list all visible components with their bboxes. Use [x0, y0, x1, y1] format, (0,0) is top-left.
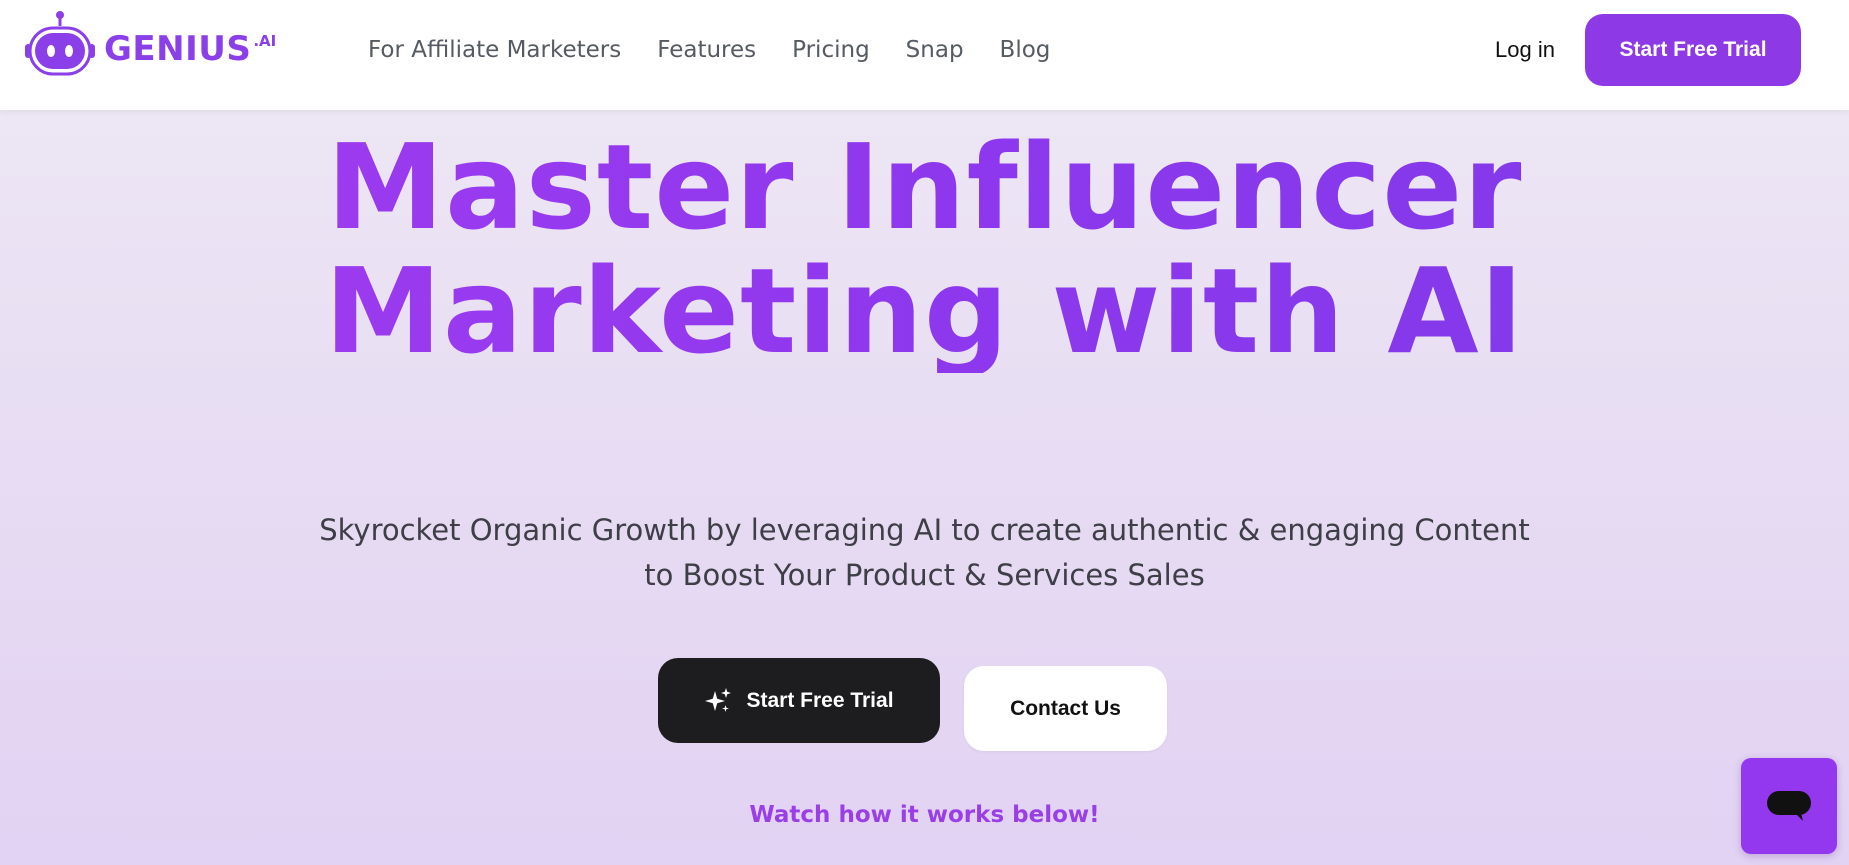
watch-how-it-works-link[interactable]: Watch how it works below! — [0, 802, 1849, 828]
brand-name: GENIUS — [104, 29, 252, 69]
start-free-trial-label: Start Free Trial — [746, 688, 894, 712]
brand-suffix: .AI — [253, 32, 277, 50]
hero-title: Master Influencer Marketing with AI — [0, 125, 1849, 373]
hero-subtitle-line-1: Skyrocket Organic Growth by leveraging A… — [319, 513, 1530, 547]
robot-logo-icon — [25, 11, 95, 76]
brand-logo[interactable]: GENIUS .AI — [22, 10, 276, 80]
landing-page: GENIUS .AI For Affiliate Marketers Featu… — [0, 0, 1849, 865]
start-free-trial-button[interactable]: Start Free Trial — [658, 658, 940, 743]
nav-item-pricing[interactable]: Pricing — [792, 32, 870, 68]
hero-subtitle-line-2: to Boost Your Product & Services Sales — [644, 558, 1205, 592]
hero-title-line-2: Marketing with AI — [324, 242, 1525, 380]
login-link[interactable]: Log in — [1495, 32, 1555, 68]
site-header: GENIUS .AI For Affiliate Marketers Featu… — [0, 0, 1849, 110]
hero-title-line-1: Master Influencer — [326, 118, 1523, 256]
chat-bubble-icon — [1767, 791, 1811, 821]
contact-us-button[interactable]: Contact Us — [964, 666, 1167, 751]
nav-item-features[interactable]: Features — [657, 32, 756, 68]
main-nav: For Affiliate Marketers Features Pricing… — [368, 32, 1086, 68]
header-start-trial-button[interactable]: Start Free Trial — [1585, 14, 1801, 86]
hero-subtitle: Skyrocket Organic Growth by leveraging A… — [0, 508, 1849, 598]
nav-item-blog[interactable]: Blog — [1000, 32, 1051, 68]
chat-widget-button[interactable] — [1741, 758, 1837, 854]
nav-item-affiliate-marketers[interactable]: For Affiliate Marketers — [368, 32, 621, 68]
nav-item-snap[interactable]: Snap — [906, 32, 964, 68]
sparkle-icon — [705, 687, 732, 712]
